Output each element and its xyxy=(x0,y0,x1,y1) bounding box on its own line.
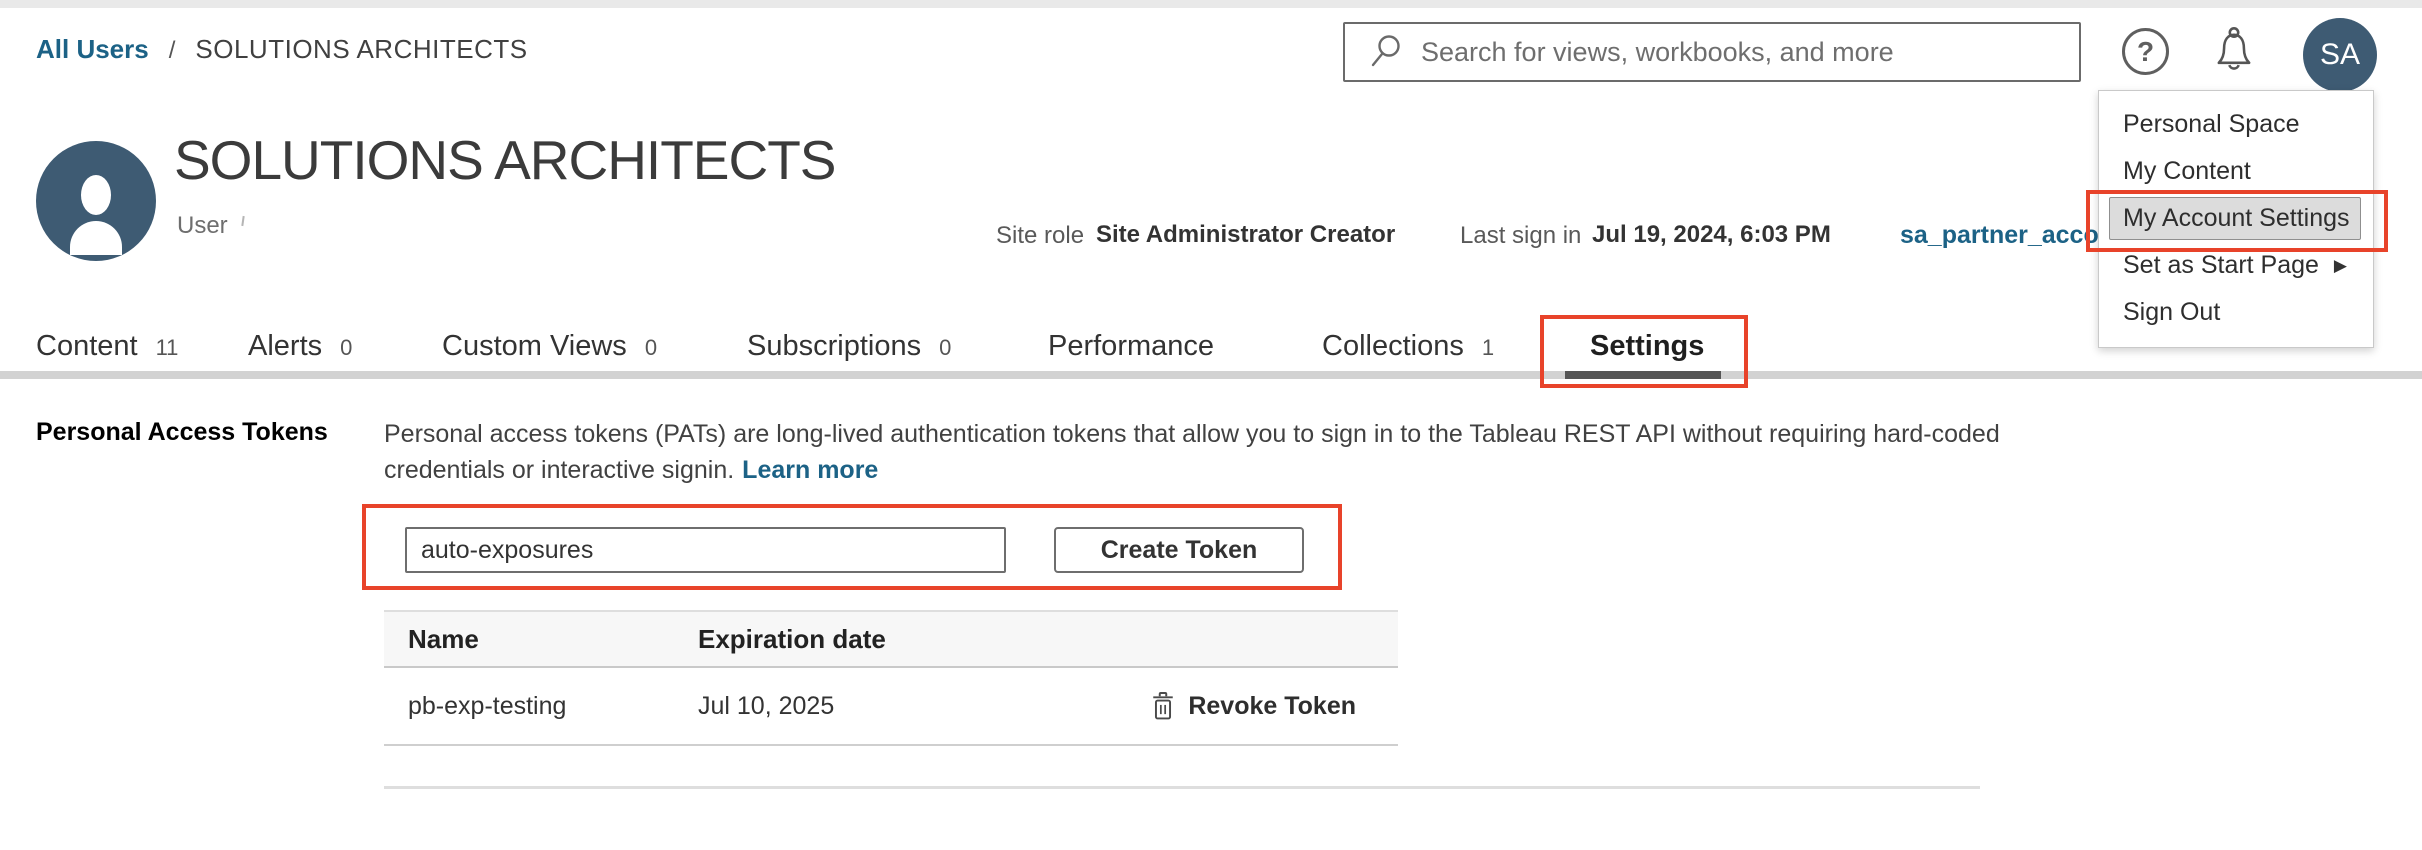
last-sign-in-value: Jul 19, 2024, 6:03 PM xyxy=(1592,221,1831,249)
user-avatar-button[interactable]: SA xyxy=(2303,18,2377,92)
breadcrumb-current: SOLUTIONS ARCHITECTS xyxy=(195,34,527,65)
tab-collections[interactable]: Collections 1 xyxy=(1322,330,1494,363)
menu-item-sign-out[interactable]: Sign Out xyxy=(2099,289,2373,336)
token-name: pb-exp-testing xyxy=(408,692,698,721)
menu-item-personal-space[interactable]: Personal Space xyxy=(2099,101,2373,148)
tabs-divider xyxy=(0,371,2422,379)
tab-content[interactable]: Content 11 xyxy=(36,330,178,363)
revoke-token-label: Revoke Token xyxy=(1188,692,1356,721)
page-title: SOLUTIONS ARCHITECTS xyxy=(174,128,835,192)
trash-icon xyxy=(1150,690,1176,722)
search-bar[interactable] xyxy=(1343,22,2081,82)
pat-description: Personal access tokens (PATs) are long-l… xyxy=(384,416,2000,488)
profile-avatar xyxy=(36,141,156,261)
token-expiration: Jul 10, 2025 xyxy=(698,692,1150,721)
search-icon xyxy=(1367,32,1405,72)
tab-performance[interactable]: Performance xyxy=(1048,330,1214,363)
help-glyph: ? xyxy=(2137,36,2154,68)
column-name: Name xyxy=(408,624,698,655)
section-divider xyxy=(384,786,1980,789)
submenu-arrow-icon: ▶ xyxy=(2334,256,2347,276)
avatar-initials: SA xyxy=(2320,38,2360,72)
revoke-token-button[interactable]: Revoke Token xyxy=(1150,690,1356,722)
site-role-value: Site Administrator Creator xyxy=(1096,221,1395,249)
tab-alerts[interactable]: Alerts 0 xyxy=(248,330,352,363)
menu-item-my-content[interactable]: My Content xyxy=(2099,148,2373,195)
username-link[interactable]: sa_partner_accou xyxy=(1900,221,2114,250)
breadcrumb-separator: / xyxy=(169,37,176,65)
annotation-box-create-token xyxy=(362,504,1342,590)
tab-subscriptions[interactable]: Subscriptions 0 xyxy=(747,330,951,363)
column-expiration: Expiration date xyxy=(698,624,1356,655)
tick-mark xyxy=(241,216,244,226)
learn-more-link[interactable]: Learn more xyxy=(742,456,878,484)
breadcrumb-all-users-link[interactable]: All Users xyxy=(36,34,149,65)
token-table: Name Expiration date pb-exp-testing Jul … xyxy=(384,610,1398,746)
user-type-label: User xyxy=(177,212,244,240)
notifications-bell-icon[interactable] xyxy=(2206,22,2262,83)
last-sign-in-label: Last sign in xyxy=(1460,222,1581,250)
site-role-label: Site role xyxy=(996,222,1084,250)
search-input[interactable] xyxy=(1421,37,2079,68)
tab-custom-views[interactable]: Custom Views 0 xyxy=(442,330,657,363)
person-icon xyxy=(81,175,111,215)
annotation-box-my-account-settings xyxy=(2086,190,2388,252)
top-edge-strip xyxy=(0,0,2422,8)
help-icon[interactable]: ? xyxy=(2122,28,2169,75)
token-table-row: pb-exp-testing Jul 10, 2025 Revoke Token xyxy=(384,668,1398,746)
token-table-header: Name Expiration date xyxy=(384,610,1398,668)
breadcrumb: All Users / SOLUTIONS ARCHITECTS xyxy=(36,34,528,65)
personal-access-tokens-heading: Personal Access Tokens xyxy=(36,418,328,447)
annotation-box-settings-tab xyxy=(1540,315,1748,388)
tableau-user-settings-page: All Users / SOLUTIONS ARCHITECTS ? SA SO… xyxy=(0,0,2422,850)
